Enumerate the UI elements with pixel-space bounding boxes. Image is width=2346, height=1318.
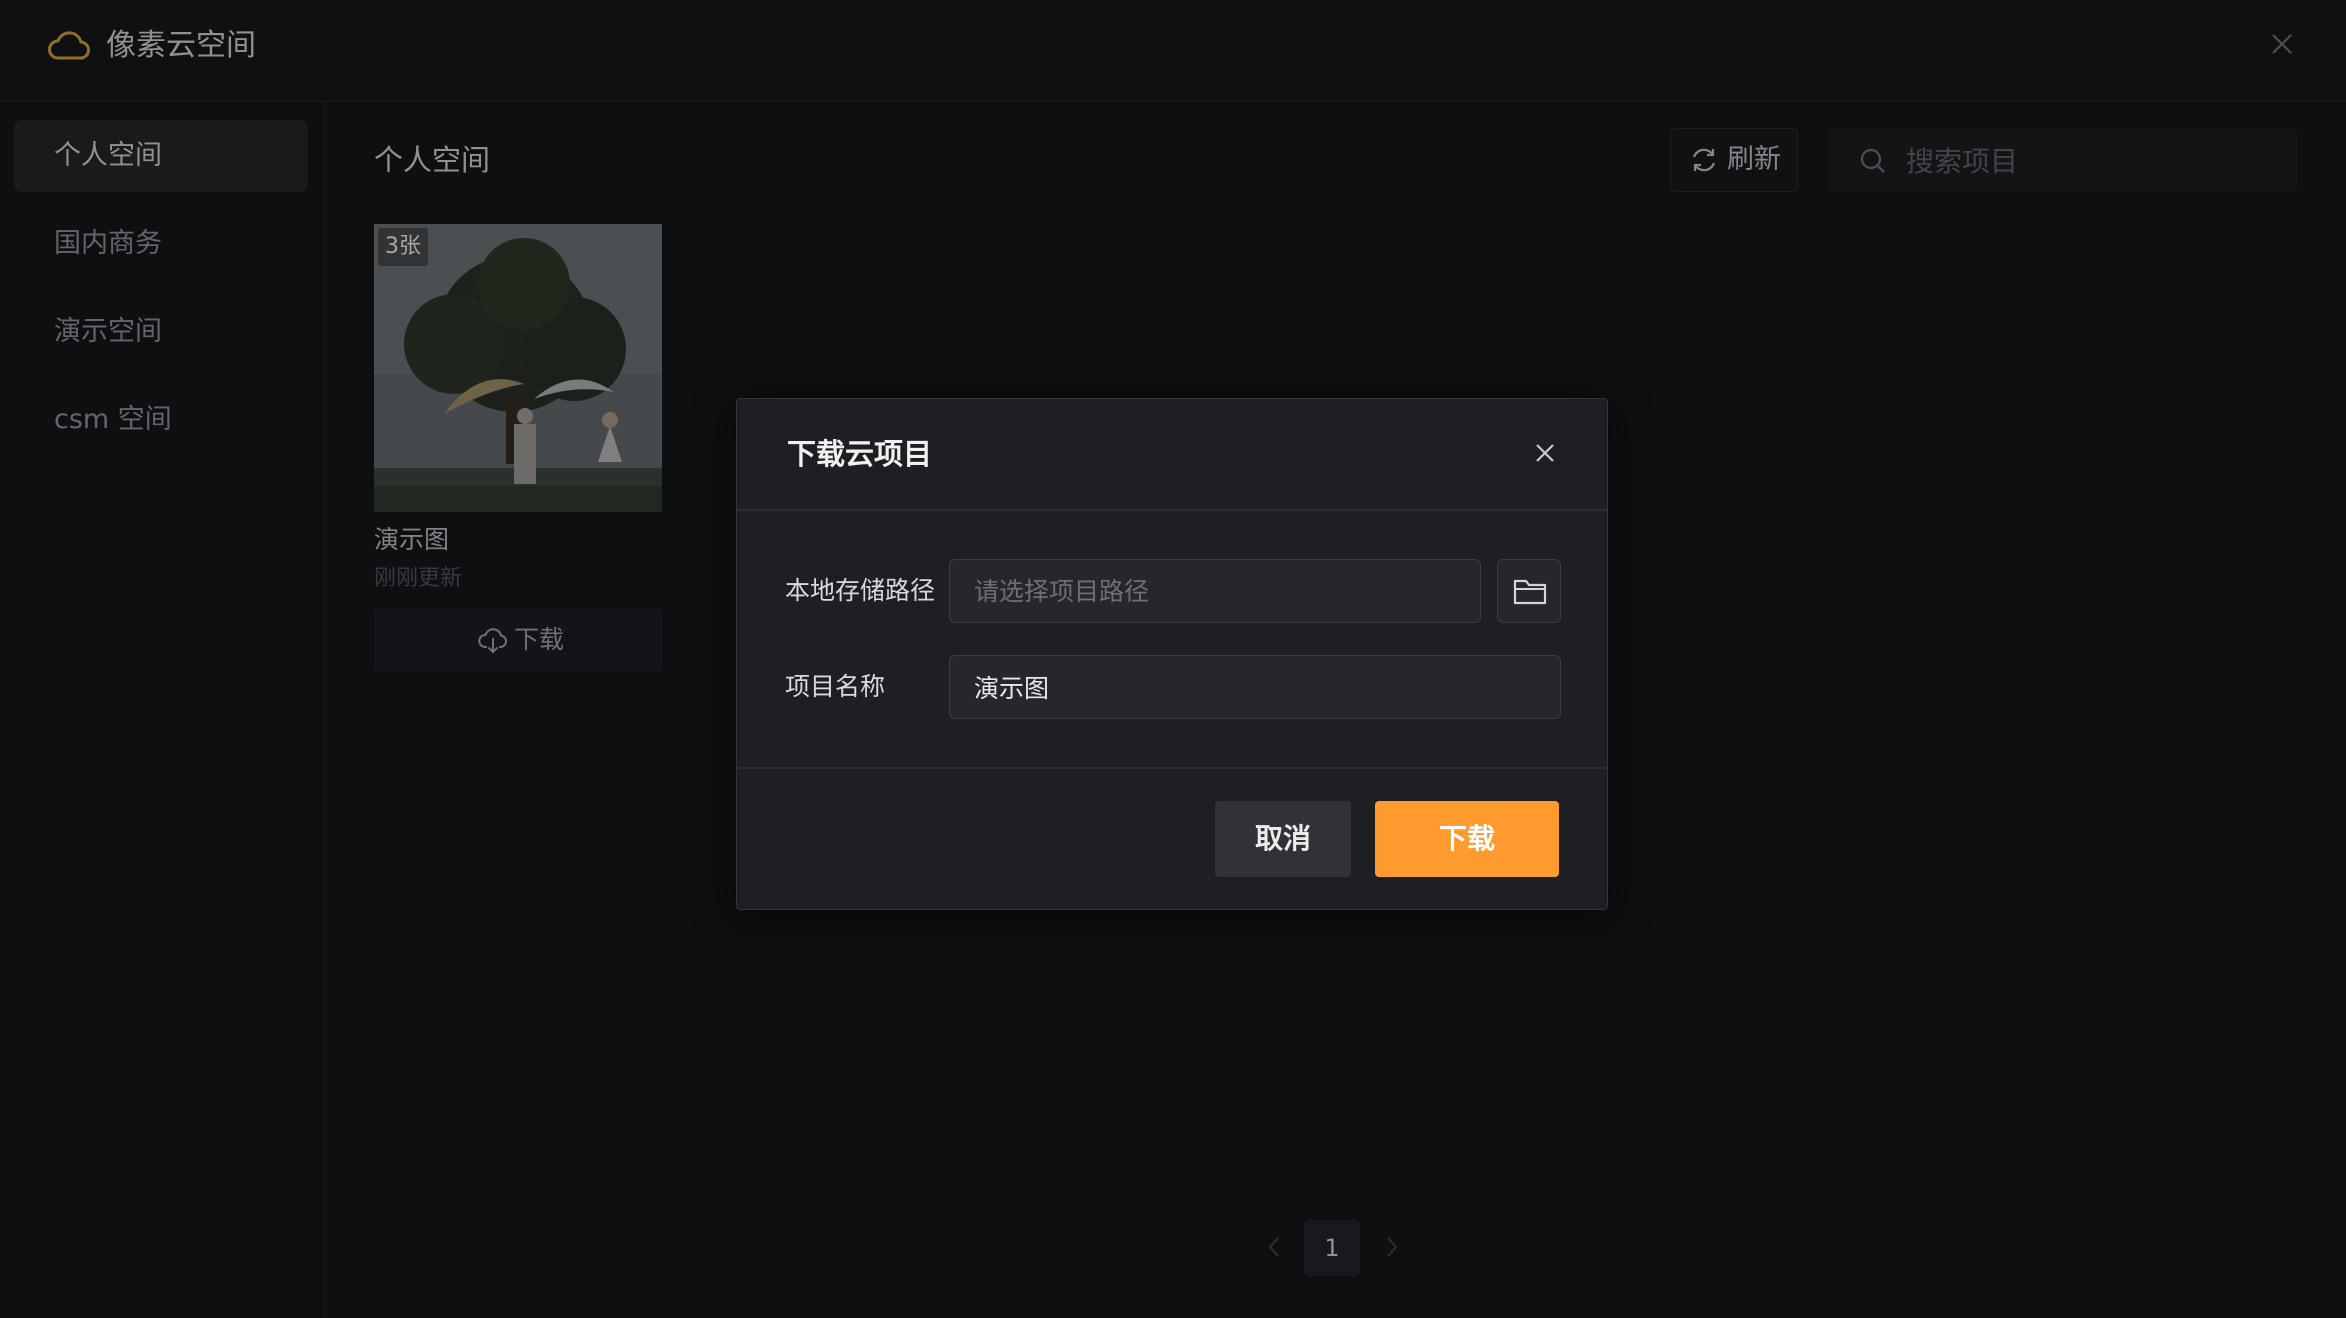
cancel-button[interactable]: 取消 xyxy=(1215,801,1351,877)
download-button[interactable]: 下载 xyxy=(1375,801,1559,877)
dialog-title: 下载云项目 xyxy=(787,437,933,471)
download-dialog: 下载云项目 本地存储路径 项目名称 取消 下载 xyxy=(736,398,1608,910)
project-name-label: 项目名称 xyxy=(785,672,886,701)
path-label: 本地存储路径 xyxy=(785,576,936,605)
path-input[interactable] xyxy=(949,559,1481,623)
dialog-divider xyxy=(737,767,1607,769)
app-window: 像素云空间 个人空间 国内商务 演示空间 csm 空间 个人空间 刷新 搜索项目… xyxy=(0,0,2346,1318)
dialog-divider xyxy=(737,509,1607,511)
browse-folder-button[interactable] xyxy=(1497,559,1561,623)
folder-icon xyxy=(1513,579,1547,605)
close-icon[interactable] xyxy=(1531,439,1559,467)
project-name-input[interactable] xyxy=(949,655,1561,719)
